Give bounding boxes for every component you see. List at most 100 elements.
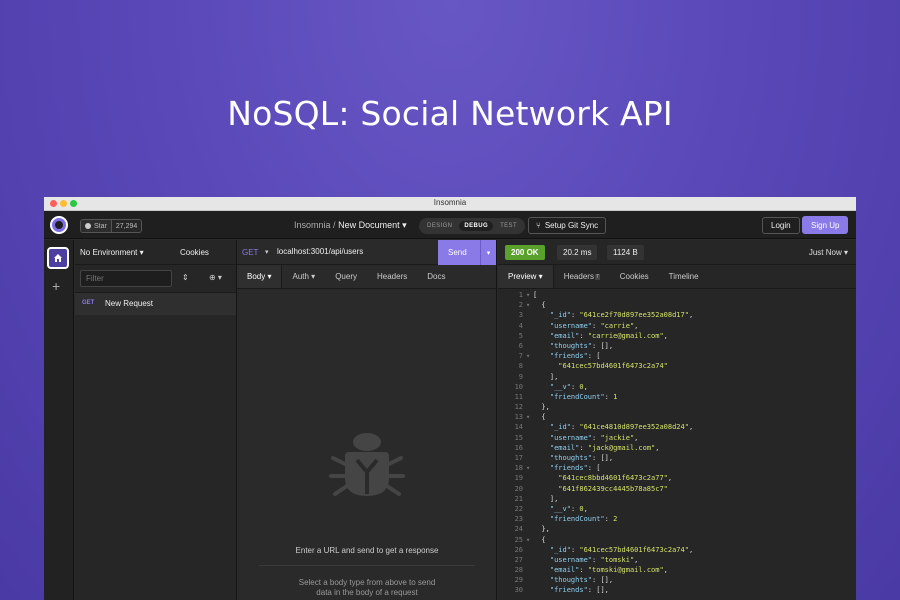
list-item[interactable]: GET New Request	[75, 293, 236, 315]
code-line: 27 "username": "tomski",	[498, 556, 856, 566]
code-token: "641f862439cc4445b78a85c7"	[558, 484, 668, 493]
hint-line: data in the body of a request	[316, 588, 418, 597]
tab-response-headers[interactable]: Headers 7	[554, 265, 610, 288]
setup-git-sync-button[interactable]: ⑂ Setup Git Sync	[528, 217, 607, 234]
code-token: "friendCount"	[549, 392, 605, 401]
fold-toggle-icon	[526, 576, 533, 586]
fold-toggle-icon[interactable]: ▾	[526, 536, 533, 546]
tab-docs[interactable]: Docs	[417, 265, 455, 288]
code-line: 17 "thoughts": [],	[498, 454, 856, 464]
code-token: ,	[663, 331, 668, 340]
body-hint: Select a body type from above to send da…	[237, 578, 497, 598]
fold-toggle-icon	[526, 393, 533, 403]
tab-auth[interactable]: Auth ▾	[282, 265, 325, 288]
code-token: },	[533, 525, 550, 534]
filter-input[interactable]	[80, 270, 172, 287]
code-token: "641ce2f70d897ee352a08d17"	[579, 311, 689, 320]
code-token: :	[570, 382, 580, 391]
chevron-down-icon[interactable]: ▾	[402, 220, 407, 230]
code-line: 22 "__v": 0,	[498, 505, 856, 515]
home-button[interactable]	[47, 247, 69, 269]
breadcrumb-document[interactable]: New Document	[338, 220, 400, 230]
fold-toggle-icon	[526, 495, 533, 505]
tab-preview[interactable]: Preview ▾	[498, 265, 554, 288]
fold-toggle-icon	[526, 485, 533, 495]
chevron-down-icon[interactable]: ▾	[265, 248, 269, 256]
code-token: "jackie"	[600, 433, 635, 442]
github-star-button[interactable]: Star 27,294	[80, 219, 143, 233]
line-number: 9	[518, 372, 523, 381]
code-token: : [],	[592, 454, 614, 462]
code-token: "thoughts"	[549, 341, 593, 350]
code-token: "641cec57bd4601f6473c2a74"	[558, 362, 668, 371]
title-bar: Insomnia	[44, 197, 856, 211]
tab-test[interactable]: TEST	[495, 221, 522, 231]
response-size-badge: 1124 B	[607, 245, 644, 260]
fold-toggle-icon	[526, 322, 533, 332]
code-token: {	[533, 413, 546, 422]
breadcrumb-app[interactable]: Insomnia	[294, 220, 331, 230]
fold-toggle-icon[interactable]: ▾	[526, 352, 533, 362]
home-icon	[54, 254, 62, 262]
code-line: 10 "__v": 0,	[498, 383, 856, 393]
code-token: "friends"	[549, 586, 588, 595]
fold-toggle-icon[interactable]: ▾	[526, 413, 533, 423]
environment-row: No Environment ▾ Cookies	[75, 240, 236, 265]
response-body-viewer[interactable]: 1 ▾[2 ▾ {3 "_id": "641ce2f70d897ee352a08d1…	[498, 291, 856, 597]
fold-toggle-icon	[526, 444, 533, 454]
line-number: 11	[514, 392, 523, 401]
sort-icon[interactable]: ⇕	[182, 273, 189, 282]
fold-toggle-icon[interactable]: ▾	[526, 291, 533, 301]
code-line: 24 },	[498, 525, 856, 535]
status-badge: 200 OK	[505, 245, 545, 260]
insomnia-logo-icon[interactable]	[50, 216, 68, 234]
code-token: "username"	[549, 555, 593, 564]
add-request-icon[interactable]: ⊕ ▾	[209, 273, 222, 282]
tab-query[interactable]: Query	[325, 265, 367, 288]
send-button[interactable]: Send ▾	[438, 240, 496, 265]
add-workspace-icon[interactable]: +	[52, 278, 60, 294]
tab-body[interactable]: Body ▾	[237, 265, 283, 288]
fold-toggle-icon[interactable]: ▾	[526, 301, 533, 311]
tab-cookies[interactable]: Cookies	[610, 265, 659, 288]
chevron-down-icon[interactable]: ▾	[480, 240, 496, 265]
tab-design[interactable]: DESIGN	[422, 221, 457, 231]
history-dropdown[interactable]: Just Now ▾	[809, 248, 848, 257]
code-token: "tomski@gmail.com"	[587, 566, 664, 575]
code-token: :	[570, 545, 580, 554]
code-line: 28 "email": "tomski@gmail.com",	[498, 566, 856, 576]
tab-debug[interactable]: DEBUG	[459, 221, 494, 231]
line-number: 21	[514, 494, 523, 503]
code-token: : [	[587, 352, 601, 361]
line-number: 8	[518, 362, 523, 371]
code-line: 29 "thoughts": [],	[498, 576, 856, 586]
method-select[interactable]: GET	[242, 248, 258, 257]
code-token: "email"	[549, 443, 580, 452]
code-token: "carrie@gmail.com"	[587, 331, 664, 340]
environment-select[interactable]: No Environment ▾	[80, 248, 144, 257]
code-line: 30 "friends": [],	[498, 586, 856, 596]
line-number: 15	[514, 433, 523, 442]
line-number: 5	[518, 331, 523, 340]
code-token: "username"	[549, 433, 593, 442]
star-label: Star	[94, 222, 107, 230]
code-token: 2	[613, 515, 618, 524]
code-line: 26 "_id": "641cec57bd4601f6473c2a74",	[498, 546, 856, 556]
fold-toggle-icon[interactable]: ▾	[526, 464, 533, 474]
line-number: 29	[514, 576, 523, 585]
tab-timeline[interactable]: Timeline	[659, 265, 709, 288]
code-token: "carrie"	[600, 321, 635, 330]
cookies-button[interactable]: Cookies	[180, 248, 209, 257]
code-token: "username"	[549, 321, 593, 330]
sign-up-button[interactable]: Sign Up	[802, 216, 849, 234]
tab-headers[interactable]: Headers	[367, 265, 417, 288]
login-button[interactable]: Login	[762, 217, 800, 234]
url-input[interactable]: localhost:3001/api/users	[277, 247, 363, 256]
